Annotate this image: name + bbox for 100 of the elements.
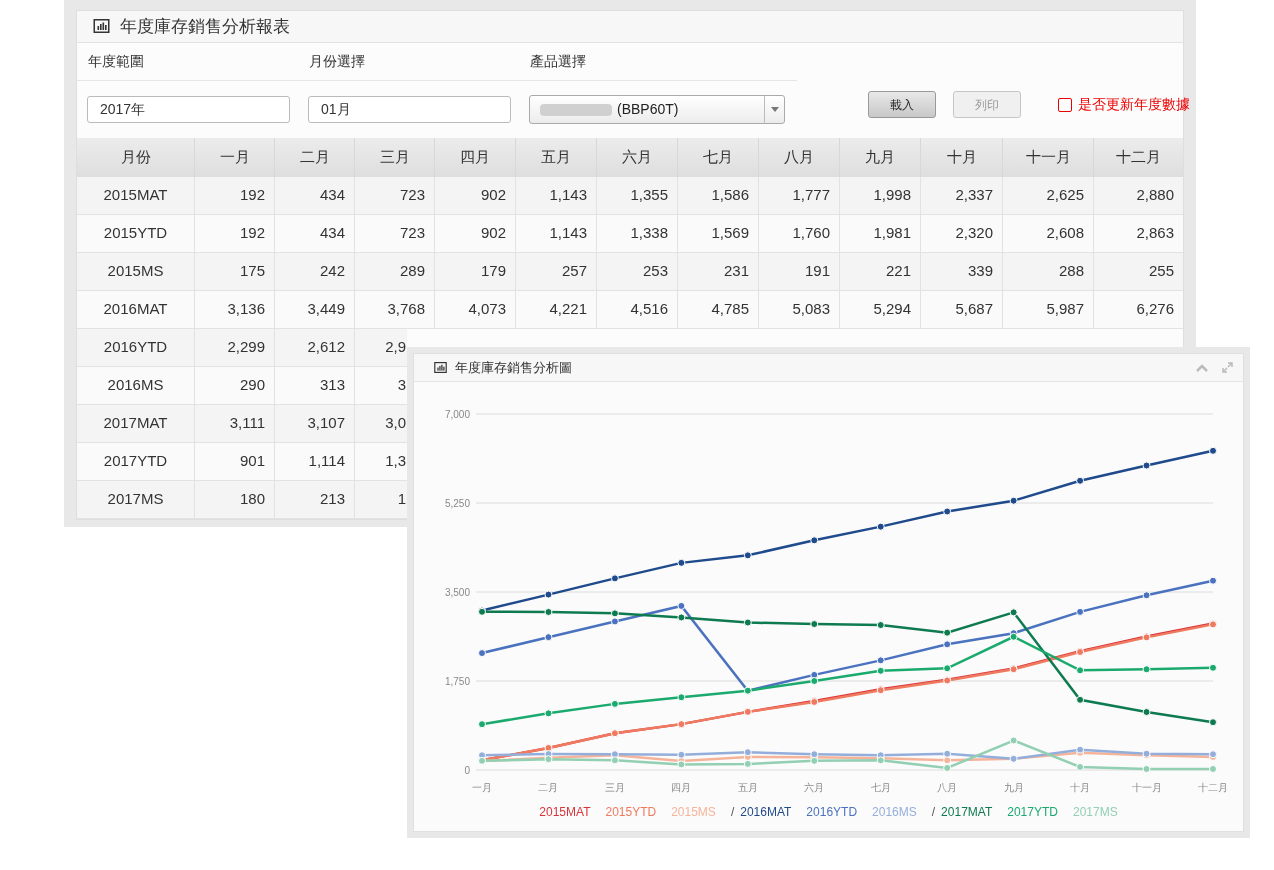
point (478, 649, 486, 658)
point (810, 536, 819, 545)
point (876, 621, 885, 630)
table-cell: 6,276 (1094, 291, 1183, 328)
field-label: 產品選擇 (530, 52, 587, 72)
table-cell: 2016MAT (77, 291, 195, 328)
x-axis-label: 一月 (472, 782, 492, 793)
table-cell: 2,299 (195, 329, 275, 366)
load-button[interactable]: 載入 (868, 91, 936, 118)
table-cell: 5,687 (921, 291, 1003, 328)
point (677, 760, 686, 769)
table-cell: 3,449 (275, 291, 355, 328)
table-cell: 290 (195, 367, 275, 404)
table-cell: 2,320 (921, 215, 1003, 252)
point (610, 609, 619, 618)
legend-item[interactable]: 2017MAT (941, 803, 993, 821)
point (876, 666, 885, 675)
y-axis-label: 7,000 (444, 409, 470, 420)
table-cell: 288 (1003, 253, 1094, 290)
product-select[interactable]: (BBP60T) (529, 95, 785, 125)
table-cell: 2,863 (1094, 215, 1183, 252)
legend-item[interactable]: 2015MAT (539, 803, 591, 821)
point (1009, 496, 1018, 505)
table-cell: 4,221 (516, 291, 597, 328)
y-axis-label: 0 (464, 765, 470, 776)
legend-item[interactable]: 2015YTD (605, 803, 657, 821)
point (677, 750, 686, 759)
table-cell: 901 (195, 443, 275, 480)
blurred-product-name (540, 103, 612, 116)
table-cell: 2016MS (77, 367, 195, 404)
point (943, 507, 952, 516)
point (943, 640, 952, 649)
x-axis-label: 十一月 (1131, 782, 1162, 793)
table-cell: 2016YTD (77, 329, 195, 366)
table-cell: 902 (435, 177, 516, 214)
point (876, 522, 885, 531)
point (1209, 718, 1217, 727)
table-cell: 3,768 (355, 291, 435, 328)
table-cell: 2,612 (275, 329, 355, 366)
point (1209, 663, 1217, 672)
table-cell: 5,294 (840, 291, 921, 328)
table-cell-text: 1,3 (384, 451, 407, 472)
checkbox-label: 是否更新年度數據 (1078, 95, 1190, 114)
table-cell: 3,136 (195, 291, 275, 328)
point (544, 709, 553, 718)
point (478, 720, 486, 729)
text-field[interactable]: 01月 (308, 96, 511, 124)
table-cell: 257 (516, 253, 597, 290)
checkbox[interactable] (1058, 97, 1072, 112)
point (610, 756, 619, 765)
table-cell: 1,143 (516, 215, 597, 252)
point (1076, 762, 1085, 771)
point (743, 551, 752, 560)
table-cell: 242 (275, 253, 355, 290)
table-cell: 180 (195, 481, 275, 518)
point (677, 693, 686, 702)
table-cell: 221 (840, 253, 921, 290)
table-cell: 1,143 (516, 177, 597, 214)
table-cell: 723 (355, 215, 435, 252)
text-field[interactable]: 2017年 (87, 96, 290, 124)
bar-chart-icon (93, 19, 110, 34)
table-cell: 313 (275, 367, 355, 404)
table-cell: 723 (355, 177, 435, 214)
table-cell: 179 (435, 253, 516, 290)
point (1076, 695, 1085, 704)
table-cell: 231 (678, 253, 759, 290)
table-cell: 2,880 (1094, 177, 1183, 214)
x-axis-label: 七月 (870, 782, 891, 793)
legend-item[interactable]: 2016MAT (740, 803, 792, 821)
point (1142, 708, 1151, 717)
legend-separator: / (730, 804, 735, 821)
point (743, 748, 752, 757)
table-cell: 1,338 (597, 215, 678, 252)
table-cell: 1,777 (759, 177, 840, 214)
table-cell: 213 (275, 481, 355, 518)
point (544, 607, 553, 616)
point (544, 590, 553, 599)
point (1209, 446, 1217, 455)
table-cell: 4,516 (597, 291, 678, 328)
x-axis-label: 五月 (737, 782, 758, 793)
table-cell: 434 (275, 215, 355, 252)
legend-item[interactable]: 2017YTD (1007, 803, 1058, 821)
x-axis-label: 十二月 (1198, 782, 1228, 793)
point (810, 677, 819, 685)
point (610, 617, 619, 626)
point (1076, 476, 1085, 485)
bar-chart-icon (434, 362, 447, 373)
y-axis-label: 5,250 (444, 498, 470, 509)
table-cell: 2,625 (1003, 177, 1094, 214)
point (943, 763, 952, 772)
point (743, 759, 752, 768)
table-cell: 339 (921, 253, 1003, 290)
table-cell-text: 3 (396, 375, 407, 396)
point (677, 558, 686, 567)
point (677, 601, 686, 610)
legend-item[interactable]: 2016YTD (806, 803, 858, 821)
table-cell: 2017YTD (77, 443, 195, 480)
panel-title: 年度庫存銷售分析圖 (455, 358, 572, 377)
table-cell: 3,107 (275, 405, 355, 442)
point (1076, 666, 1085, 675)
